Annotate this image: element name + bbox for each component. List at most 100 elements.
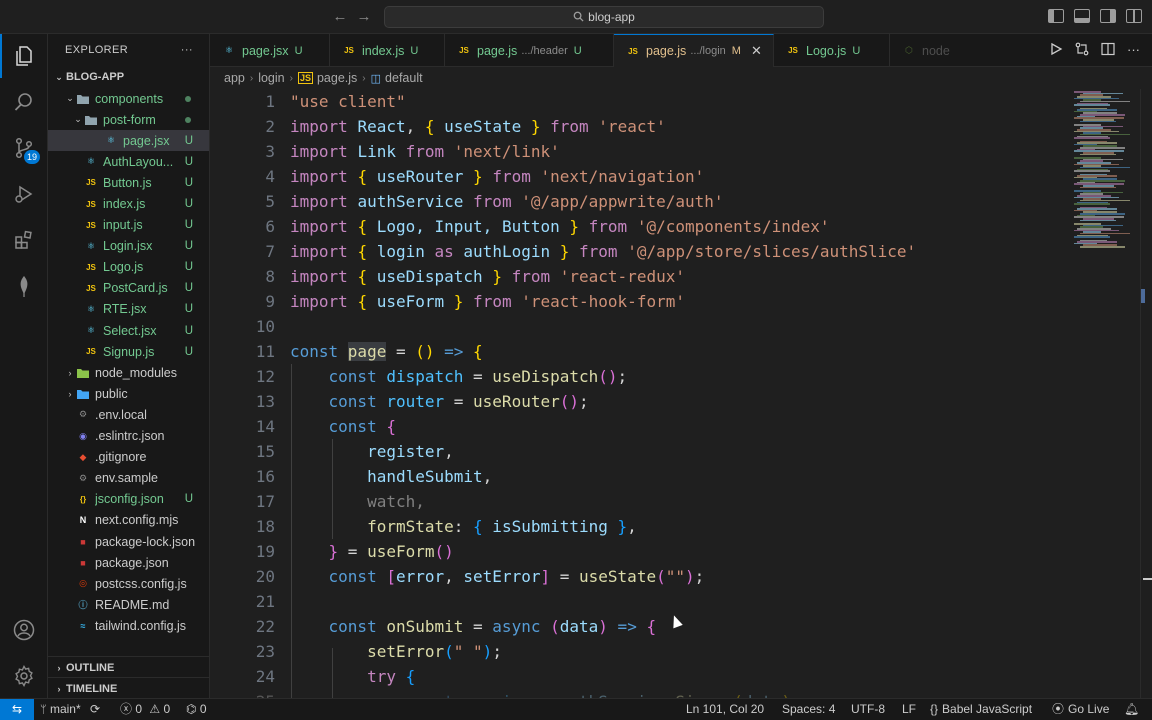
code-line[interactable]: formState: { isSubmitting }, [290,514,637,539]
problems-indicator[interactable]: ⓧ 0 ⚠ 0 [120,699,170,720]
code-line[interactable]: } = useForm() [290,539,454,564]
run-debug-icon[interactable] [0,172,48,216]
mongodb-leaf-icon[interactable] [0,264,48,308]
file-jsconfig.json[interactable]: {} jsconfig.json U [48,489,209,510]
toggle-secondary-sidebar-icon[interactable] [1100,9,1116,23]
language-mode[interactable]: {} Babel JavaScript [930,699,1032,720]
breadcrumb-symbol[interactable]: default [385,71,423,85]
go-live-button[interactable]: ⦿ Go Live [1052,699,1109,720]
file-PostCard.js[interactable]: JS PostCard.js U [48,278,209,299]
outline-section[interactable]: › OUTLINE [48,656,209,679]
remote-indicator-icon[interactable]: ⇆ [0,699,34,720]
code-line[interactable]: import Link from 'next/link' [290,139,560,164]
command-center-search[interactable]: blog-app [384,6,824,28]
tab-index-js[interactable]: JS index.js U [330,34,445,67]
manage-gear-icon[interactable] [0,654,48,698]
code-line[interactable]: import React, { useState } from 'react' [290,114,666,139]
cursor-position[interactable]: Ln 101, Col 20 [686,699,764,720]
code-line[interactable]: const [error, setError] = useState(""); [290,564,705,589]
extensions-icon[interactable] [0,218,48,262]
file-Login.jsx[interactable]: ⚛ Login.jsx U [48,236,209,257]
toggle-panel-icon[interactable] [1074,9,1090,23]
folder-post-form[interactable]: ⌄ post-form [48,109,209,130]
project-section-header[interactable]: ⌄ BLOG-APP [48,66,209,88]
code-line[interactable]: const session = authService.Signup(data)… [290,689,801,698]
breadcrumb-file[interactable]: page.js [317,71,357,85]
minimap[interactable] [1070,89,1140,698]
file-.env.local[interactable]: ⚙ .env.local [48,404,209,425]
code-line[interactable]: setError(" "); [290,639,502,664]
encoding[interactable]: UTF-8 [851,699,885,720]
forward-arrow-icon[interactable]: → [354,7,374,27]
file-tailwind.config.js[interactable]: ≈ tailwind.config.js [48,615,209,636]
sync-icon[interactable]: ⟳ [90,702,100,716]
file-Logo.js[interactable]: JS Logo.js U [48,257,209,278]
code-editor[interactable]: 1234567891011121314151617181920212223242… [210,89,1070,698]
file-RTE.jsx[interactable]: ⚛ RTE.jsx U [48,299,209,320]
explorer-icon[interactable] [0,34,48,78]
tab-page-js-login[interactable]: JS page.js .../login M ✕ [614,34,774,67]
code-line[interactable]: const page = () => { [290,339,483,364]
indentation[interactable]: Spaces: 4 [782,699,835,720]
code-line[interactable]: import { login as authLogin } from '@/ap… [290,239,916,264]
code-line[interactable]: const router = useRouter(); [290,389,589,414]
code-line[interactable]: import { useDispatch } from 'react-redux… [290,264,685,289]
tab-label: page.js [477,43,518,58]
file-input.js[interactable]: JS input.js U [48,215,209,236]
search-icon[interactable] [0,80,48,124]
file-package.json[interactable]: ■ package.json [48,552,209,573]
file-next.config.mjs[interactable]: Nnext.config.mjs [48,510,209,531]
more-actions-icon[interactable]: ··· [1127,42,1140,57]
notifications-bell-icon[interactable]: 🔔︎ [1124,699,1139,720]
file-Signup.js[interactable]: JS Signup.js U [48,341,209,362]
code-line[interactable]: const dispatch = useDispatch(); [290,364,628,389]
file-env.sample[interactable]: ⚙ env.sample [48,468,209,489]
file-page.jsx[interactable]: ⚛ page.jsx U [48,130,209,152]
code-line[interactable]: import authService from '@/app/appwrite/… [290,189,724,214]
code-line[interactable]: import { useForm } from 'react-hook-form… [290,289,685,314]
end-of-line[interactable]: LF [902,699,916,720]
file-Select.jsx[interactable]: ⚛ Select.jsx U [48,320,209,341]
file-README.md[interactable]: ⓘ README.md [48,594,209,615]
folder-node_modules[interactable]: › node_modules [48,362,209,383]
tab-page-js-header[interactable]: JS page.js .../header U [445,34,614,67]
code-line[interactable]: try { [290,664,415,689]
breadcrumb-login[interactable]: login [258,71,284,85]
code-line[interactable]: watch, [290,489,425,514]
code-line[interactable]: register, [290,439,454,464]
tab-Logo-js[interactable]: JS Logo.js U [774,34,890,67]
file-index.js[interactable]: JS index.js U [48,193,209,214]
file-postcss.config.js[interactable]: ◎ postcss.config.js [48,573,209,594]
code-line[interactable]: const { [290,414,396,439]
file-Button.js[interactable]: JS Button.js U [48,172,209,193]
line-number: 21 [255,592,275,611]
branch-indicator[interactable]: ᛘ main* ⟳ [40,699,100,720]
file-package-lock.json[interactable]: ■ package-lock.json [48,531,209,552]
explorer-more-actions[interactable]: ··· [181,44,193,56]
timeline-section[interactable]: › TIMELINE [48,677,209,698]
vertical-scrollbar[interactable] [1140,89,1152,698]
accounts-icon[interactable] [0,608,48,652]
code-line[interactable]: handleSubmit, [290,464,492,489]
file-AuthLayou...[interactable]: ⚛ AuthLayou... U [48,151,209,172]
folder-public[interactable]: › public [48,383,209,404]
folder-components[interactable]: ⌄ components [48,88,209,109]
toggle-primary-sidebar-icon[interactable] [1048,9,1064,23]
code-line[interactable]: "use client" [290,89,406,114]
tab-page-jsx[interactable]: ⚛ page.jsx U [210,34,330,67]
breadcrumb-app[interactable]: app [224,71,245,85]
code-line[interactable]: const onSubmit = async (data) => { [290,614,657,639]
ports-indicator[interactable]: ⌬ 0 [186,699,207,720]
file-.eslintrc.json[interactable]: ◉ .eslintrc.json [48,426,209,447]
file-.gitignore[interactable]: ◆ .gitignore [48,447,209,468]
run-file-icon[interactable] [1049,42,1063,56]
split-editor-icon[interactable] [1101,42,1115,56]
code-line[interactable]: import { useRouter } from 'next/navigati… [290,164,704,189]
back-arrow-icon[interactable]: ← [330,7,350,27]
code-line[interactable]: import { Logo, Input, Button } from '@/c… [290,214,829,239]
customize-layout-icon[interactable] [1126,9,1142,23]
close-tab-icon[interactable]: ✕ [751,43,762,59]
compare-changes-icon[interactable] [1075,42,1089,56]
tab-node[interactable]: ⬡ node [890,34,950,67]
source-control-icon[interactable]: 19 [0,126,48,170]
